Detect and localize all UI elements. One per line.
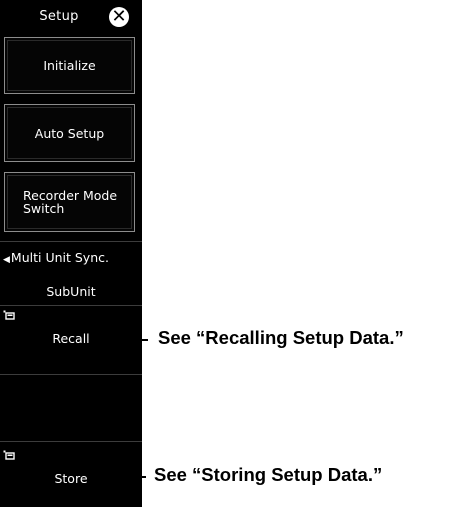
auto-setup-button[interactable]: Auto Setup [4,104,135,162]
recorder-mode-switch-label: Recorder Mode Switch [23,188,118,216]
initialize-label: Initialize [43,58,96,73]
recall-annotation: See “Recalling Setup Data.” [158,327,404,348]
close-icon[interactable]: ✕ [109,7,129,27]
left-triangle-icon: ◀ [3,255,10,265]
folder-icon [3,310,15,320]
store-annotation: See “Storing Setup Data.” [154,464,383,485]
folder-icon [3,450,15,460]
setup-menu-panel: Setup ✕ Initialize Auto Setup Recorder M… [0,0,142,507]
multi-unit-sync-value: SubUnit [46,284,96,299]
divider [0,241,142,242]
store-button[interactable]: Store [0,442,142,507]
recorder-mode-switch-button[interactable]: Recorder Mode Switch [4,172,135,232]
store-label: Store [54,471,88,486]
auto-setup-label: Auto Setup [34,125,105,141]
multi-unit-sync-selector[interactable]: ◀Multi Unit Sync. [3,250,109,265]
recall-callout-line [121,339,148,341]
menu-title-bar: Setup ✕ [0,3,142,29]
initialize-button[interactable]: Initialize [4,37,135,94]
multi-unit-sync-label: Multi Unit Sync. [10,250,109,265]
empty-menu-slot [0,375,142,441]
menu-title: Setup [39,9,79,24]
store-callout-line [116,476,146,478]
